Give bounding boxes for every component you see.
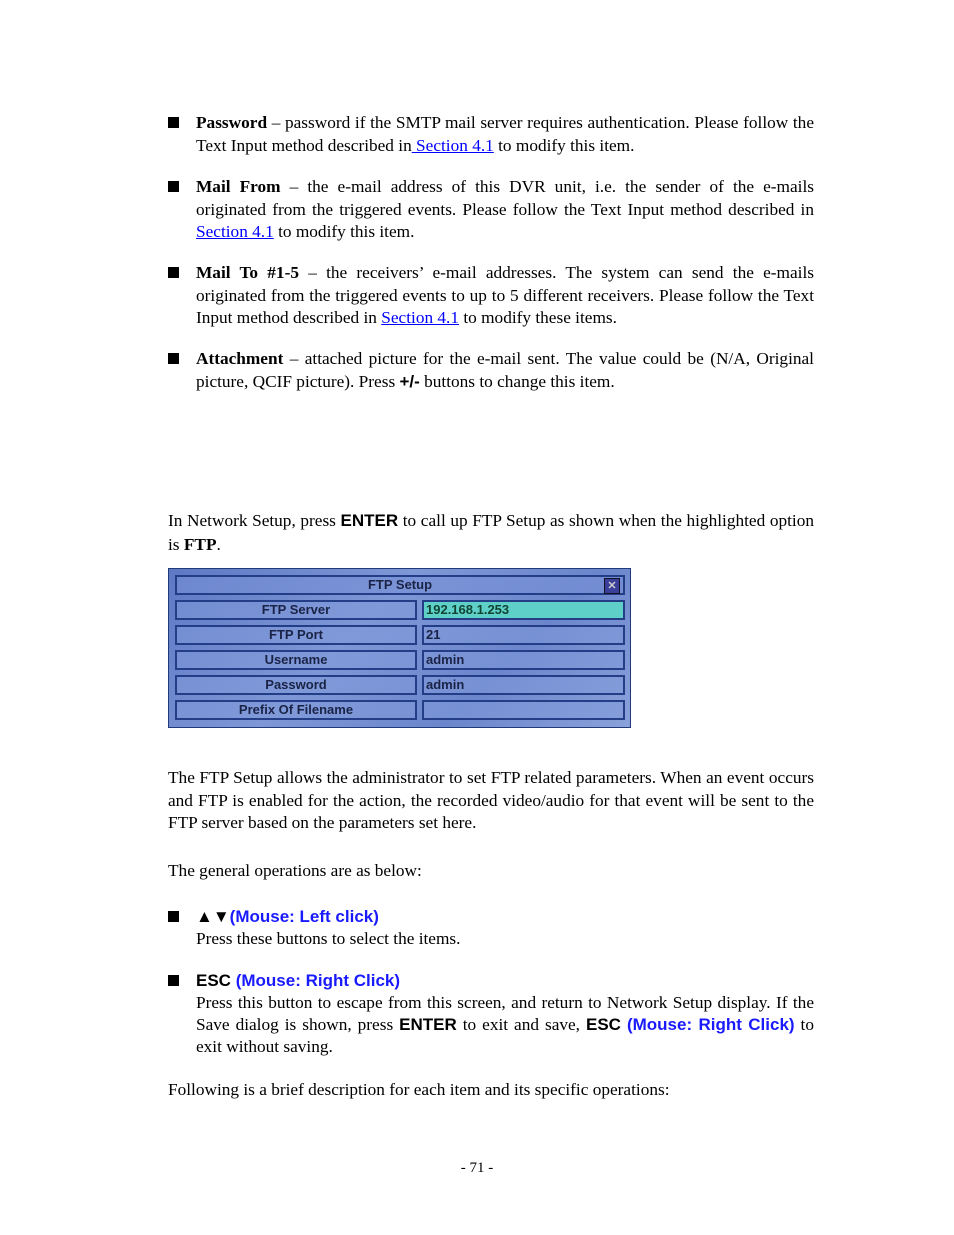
bullet-text: Mail From – the e-mail address of this D…	[196, 176, 814, 244]
bullet-text: Password – password if the SMTP mail ser…	[196, 112, 814, 157]
bullet-square-icon	[168, 117, 179, 128]
text-segment: Press these buttons to select the items.	[196, 929, 461, 948]
section-link[interactable]: Section 4.1	[412, 136, 494, 155]
title-text: FTP Setup	[367, 577, 433, 592]
bullet-square-icon	[168, 353, 179, 364]
text-segment: In Network Setup, press	[168, 511, 341, 530]
ftp-row: Prefix Of Filename	[175, 700, 625, 720]
ftp-row-label: FTP Server	[175, 600, 417, 620]
text-segment: ESC	[196, 971, 236, 990]
bullet-text: Mail To #1-5 – the receivers’ e-mail add…	[196, 262, 814, 330]
bullet-text: ▲▼(Mouse: Left click) Press these buttons…	[196, 906, 814, 950]
text-segment: Mail To #1-5	[196, 263, 299, 282]
close-x-icon: ✕	[604, 578, 620, 594]
bullet-square-icon	[168, 267, 179, 278]
ftp-setup-title: FTP Setup ✕	[175, 575, 625, 595]
bullet-text: Attachment – attached picture for the e-…	[196, 348, 814, 393]
text-segment: to modify this item.	[273, 222, 415, 241]
text-segment: Mail From	[196, 177, 281, 196]
text-segment: +/-	[399, 371, 420, 391]
text-segment: The general operations are as below:	[168, 861, 422, 880]
text-segment: (Mouse: Left click)	[229, 907, 379, 926]
ftp-setup-screenshot: FTP Setup ✕ FTP Server 192.168.1.253 FTP Po…	[168, 568, 631, 728]
text-segment: FTP	[183, 535, 217, 554]
text-segment: ESC	[585, 1015, 621, 1034]
text-segment: .	[216, 535, 221, 554]
ftp-row-value: admin	[422, 650, 625, 670]
ftp-row-value: 21	[422, 625, 625, 645]
text-segment: to exit and save,	[456, 1015, 586, 1034]
page-number: - 71 -	[460, 1160, 494, 1176]
text-segment: Password	[196, 113, 268, 132]
general-operations: The general operations are as below:	[168, 860, 814, 883]
bullet-square-icon	[168, 181, 179, 192]
text-segment: (Mouse: Right Click)	[235, 971, 401, 990]
text-segment: Following is a brief description for eac…	[168, 1080, 670, 1099]
ftp-row-label: Password	[175, 675, 417, 695]
text-segment: to modify these items.	[459, 308, 617, 327]
ftp-row: Password admin	[175, 675, 625, 695]
text-segment: ENTER	[399, 1015, 457, 1034]
bullet-esc: ESC (Mouse: Right Click) Press this butto…	[168, 970, 814, 1058]
ftp-row: Username admin	[175, 650, 625, 670]
text-segment: buttons to change this item.	[419, 371, 615, 391]
bullet-mail-from: Mail From – the e-mail address of this D…	[168, 176, 814, 244]
ftp-row: FTP Port 21	[175, 625, 625, 645]
section-link[interactable]: Section 4.1	[196, 222, 274, 241]
ftp-row-value	[422, 700, 625, 720]
ftp-row: FTP Server 192.168.1.253	[175, 600, 625, 620]
bullet-square-icon	[168, 975, 179, 986]
section-link[interactable]: Section 4.1	[381, 308, 459, 327]
text-segment: (Mouse: Right Click)	[626, 1015, 795, 1034]
text-segment: to modify this item.	[493, 135, 635, 155]
following-paragraph: Following is a brief description for eac…	[168, 1079, 814, 1102]
ftp-row-value: 192.168.1.253	[422, 600, 625, 620]
text-segment: ▲▼	[196, 907, 230, 926]
bullet-attachment: Attachment – attached picture for the e-…	[168, 348, 814, 393]
text-segment: Attachment	[196, 349, 284, 368]
intro-paragraph: In Network Setup, press ENTER to call up…	[168, 509, 814, 557]
text-segment: – the e-mail address of this DVR unit, i…	[196, 177, 814, 219]
ftp-row-label: FTP Port	[175, 625, 417, 645]
ftp-row-label: Username	[175, 650, 417, 670]
ftp-row-label: Prefix Of Filename	[175, 700, 417, 720]
bullet-mail-to: Mail To #1-5 – the receivers’ e-mail add…	[168, 262, 814, 330]
ftp-row-value: admin	[422, 675, 625, 695]
text-segment: The FTP Setup allows the administrator t…	[168, 768, 814, 832]
text-segment: ENTER	[340, 511, 399, 530]
bullet-square-icon	[168, 911, 179, 922]
ftp-description: The FTP Setup allows the administrator t…	[168, 767, 814, 835]
bullet-text: ESC (Mouse: Right Click) Press this butto…	[196, 970, 814, 1058]
bullet-password: Password – password if the SMTP mail ser…	[168, 112, 814, 157]
bullet-arrows: ▲▼(Mouse: Left click) Press these buttons…	[168, 906, 814, 950]
